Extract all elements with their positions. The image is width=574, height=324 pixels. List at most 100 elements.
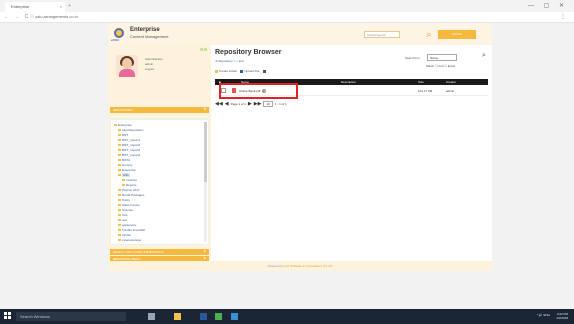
- upload-file-label: Upload File: [244, 69, 260, 73]
- tree-item-label: BIFT_import3: [122, 147, 141, 152]
- column-header-size[interactable]: Size: [418, 80, 424, 84]
- footer: Powered by GIT Software & Consultancy Pv…: [108, 261, 492, 271]
- chevron-down-icon: ▾: [203, 106, 206, 111]
- folder-icon: [114, 123, 117, 126]
- first-page-button[interactable]: ◀◀: [215, 101, 223, 107]
- repository-section-header[interactable]: REPOSITORY ▾: [110, 107, 209, 113]
- folder-icon: [122, 183, 125, 186]
- tree-scrollbar-thumb[interactable]: [204, 122, 207, 182]
- logout-link[interactable]: Logout: [145, 67, 163, 72]
- sidebar: Administrator admin Logout ⚙⚙ REPOSITORY…: [108, 45, 211, 261]
- main-content: Repository Browser ➜ Repository > > test…: [215, 45, 492, 261]
- repository-section-label: REPOSITORY: [113, 108, 133, 112]
- breadcrumb[interactable]: ➜ Repository > > test: [215, 59, 244, 63]
- section2-label: SELECT ONLY USED & REPORTING: [113, 250, 164, 254]
- taskbar-search-input[interactable]: Search Windows: [16, 312, 126, 321]
- folder-icon: [118, 233, 121, 236]
- folder-icon: [118, 193, 121, 196]
- logo-icon: [114, 28, 124, 38]
- app-header: eDOC Enterprise Content Management Globa…: [108, 23, 492, 45]
- tree-item-label: Trimble ImportEP: [122, 227, 146, 232]
- folder-icon: [118, 198, 121, 201]
- filter-options[interactable]: Match ☐ Full ☐ Exact: [426, 64, 455, 68]
- logo-subtext: eDOC: [111, 38, 120, 42]
- search-icon[interactable]: ⌕: [482, 52, 486, 60]
- chrome-icon[interactable]: [215, 313, 222, 320]
- section2-header[interactable]: SELECT ONLY USED & REPORTING ▸: [110, 249, 209, 255]
- column-header-creator[interactable]: Creator: [446, 80, 456, 84]
- tree-item-label: Enterprise: [122, 167, 136, 172]
- tree-item[interactable]: vytenarevision: [118, 237, 141, 242]
- items-count: 1 - 1 of 1: [274, 102, 287, 106]
- browser-nav-icons[interactable]: ← → C: [4, 14, 30, 20]
- folder-icon: [118, 223, 121, 226]
- tree-item-label: Recall Packages: [122, 192, 145, 197]
- tab-title: Enterprise: [11, 4, 30, 9]
- folder-icon: [118, 218, 121, 221]
- column-header-description[interactable]: Description: [341, 80, 356, 84]
- footer-prefix: Powered by: [267, 264, 285, 268]
- global-search-input[interactable]: Global Search: [364, 31, 400, 38]
- pagination: ◀◀ ◀ Page 1 of 1 ▶ ▶▶ 10 1 - 1 of 1: [215, 101, 287, 107]
- folder-icon: [118, 148, 121, 151]
- brand-subtitle: Content Management: [130, 34, 169, 39]
- word-icon[interactable]: [200, 313, 207, 320]
- repository-toolbar: Create Folder Upload File: [215, 69, 266, 73]
- clock-date: 2/2/2018: [556, 316, 568, 320]
- folder-icon: [118, 158, 121, 161]
- tree-item-label: testservice: [122, 222, 137, 227]
- browser-tab[interactable]: Enterprise ×: [5, 2, 65, 12]
- address-bar: ← → C ⓘ yalu.arrangements.co.in ⋮: [0, 12, 574, 23]
- size-cell: 101.17 KB: [418, 89, 433, 93]
- avatar-body: [119, 69, 135, 77]
- store-icon[interactable]: [231, 313, 238, 320]
- search-icon[interactable]: ⌕: [424, 29, 434, 39]
- folder-icon: [118, 208, 121, 211]
- task-view-icon[interactable]: [148, 313, 155, 320]
- new-tab-icon[interactable]: +: [68, 3, 71, 9]
- browser-menu-icon[interactable]: ⋮: [560, 13, 566, 20]
- tree-item-label: Scanner: [122, 207, 134, 212]
- folder-icon: [118, 153, 121, 156]
- page-viewport: eDOC Enterprise Content Management Globa…: [0, 23, 574, 309]
- folder-icon: [118, 143, 121, 146]
- folder-icon: [215, 69, 218, 73]
- page-indicator: Page 1 of 1: [230, 102, 246, 106]
- folder-icon: [118, 133, 121, 136]
- chevron-right-icon: ▸: [203, 255, 206, 260]
- system-tray[interactable]: ^ 🔊 ENG: [537, 313, 550, 317]
- tree-item-label: Test: [122, 212, 128, 217]
- folder-icon: [118, 128, 121, 131]
- file-explorer-icon[interactable]: [174, 313, 181, 320]
- footer-link[interactable]: GIT Software & Consultancy Pvt Ltd: [284, 264, 332, 268]
- per-page-select[interactable]: 10: [263, 101, 273, 107]
- page-title: Repository Browser: [215, 49, 282, 56]
- next-page-button[interactable]: ▶: [248, 101, 252, 107]
- gear-icon[interactable]: ⚙⚙: [200, 47, 207, 52]
- tree-item-label: Invoices: [126, 177, 138, 182]
- highlight-annotation: [219, 83, 298, 99]
- folder-icon: [118, 238, 121, 241]
- delete-button[interactable]: [262, 69, 266, 73]
- upload-file-button[interactable]: Upload File: [240, 69, 260, 73]
- create-folder-label: Create Folder: [219, 69, 238, 73]
- chevron-right-icon: ▸: [203, 248, 206, 253]
- url-field[interactable]: ⓘ yalu.arrangements.co.in: [30, 14, 78, 20]
- folder-icon: [118, 173, 121, 176]
- header-action-button[interactable]: Upload: [438, 30, 476, 39]
- tree-item-label: Ideal Repository: [122, 127, 144, 132]
- tree-item-label: trimble: [122, 232, 132, 237]
- last-page-button[interactable]: ▶▶: [254, 101, 262, 107]
- avatar-face: [122, 58, 132, 69]
- prev-page-button[interactable]: ◀: [225, 101, 229, 107]
- filter-select[interactable]: Name: [427, 54, 457, 61]
- clock[interactable]: 4:22 PM 2/2/2018: [556, 312, 568, 320]
- tab-close-icon[interactable]: ×: [60, 4, 62, 9]
- avatar[interactable]: [116, 55, 138, 77]
- window-controls[interactable]: — ▢ ✕: [528, 2, 568, 9]
- create-folder-button[interactable]: Create Folder: [215, 69, 237, 73]
- tree-scrollbar[interactable]: [204, 122, 207, 242]
- tree-item-label: test: [122, 217, 127, 222]
- folder-icon: [118, 163, 121, 166]
- windows-start-icon[interactable]: [4, 312, 12, 320]
